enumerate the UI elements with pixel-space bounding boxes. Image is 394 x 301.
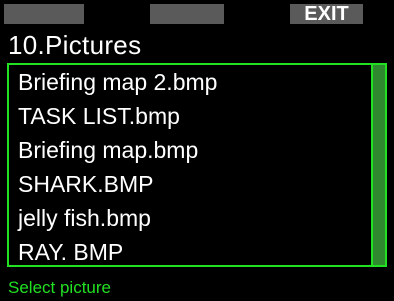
picture-list-item[interactable]: RAY. BMP — [18, 235, 123, 269]
picture-list-item[interactable]: Briefing map 2.bmp — [18, 65, 217, 99]
scrollbar-thumb[interactable] — [373, 65, 385, 265]
scrollbar[interactable] — [371, 65, 385, 265]
picture-list-container: Briefing map 2.bmp TASK LIST.bmp Briefin… — [7, 63, 387, 267]
picture-list-item[interactable]: Briefing map.bmp — [18, 133, 198, 167]
page-title: 10.Pictures — [8, 30, 142, 60]
picture-list-item[interactable]: jelly fish.bmp — [18, 201, 151, 235]
picture-list-item[interactable]: TASK LIST.bmp — [18, 99, 180, 133]
softkey-bar: EXIT — [0, 0, 394, 24]
softkey-left-button[interactable] — [4, 4, 84, 24]
softkey-middle-button[interactable] — [150, 4, 224, 24]
picture-list-item[interactable]: SHARK.BMP — [18, 167, 153, 201]
status-text: Select picture — [8, 278, 111, 297]
exit-button[interactable]: EXIT — [290, 4, 363, 24]
picture-list: Briefing map 2.bmp TASK LIST.bmp Briefin… — [9, 65, 373, 265]
